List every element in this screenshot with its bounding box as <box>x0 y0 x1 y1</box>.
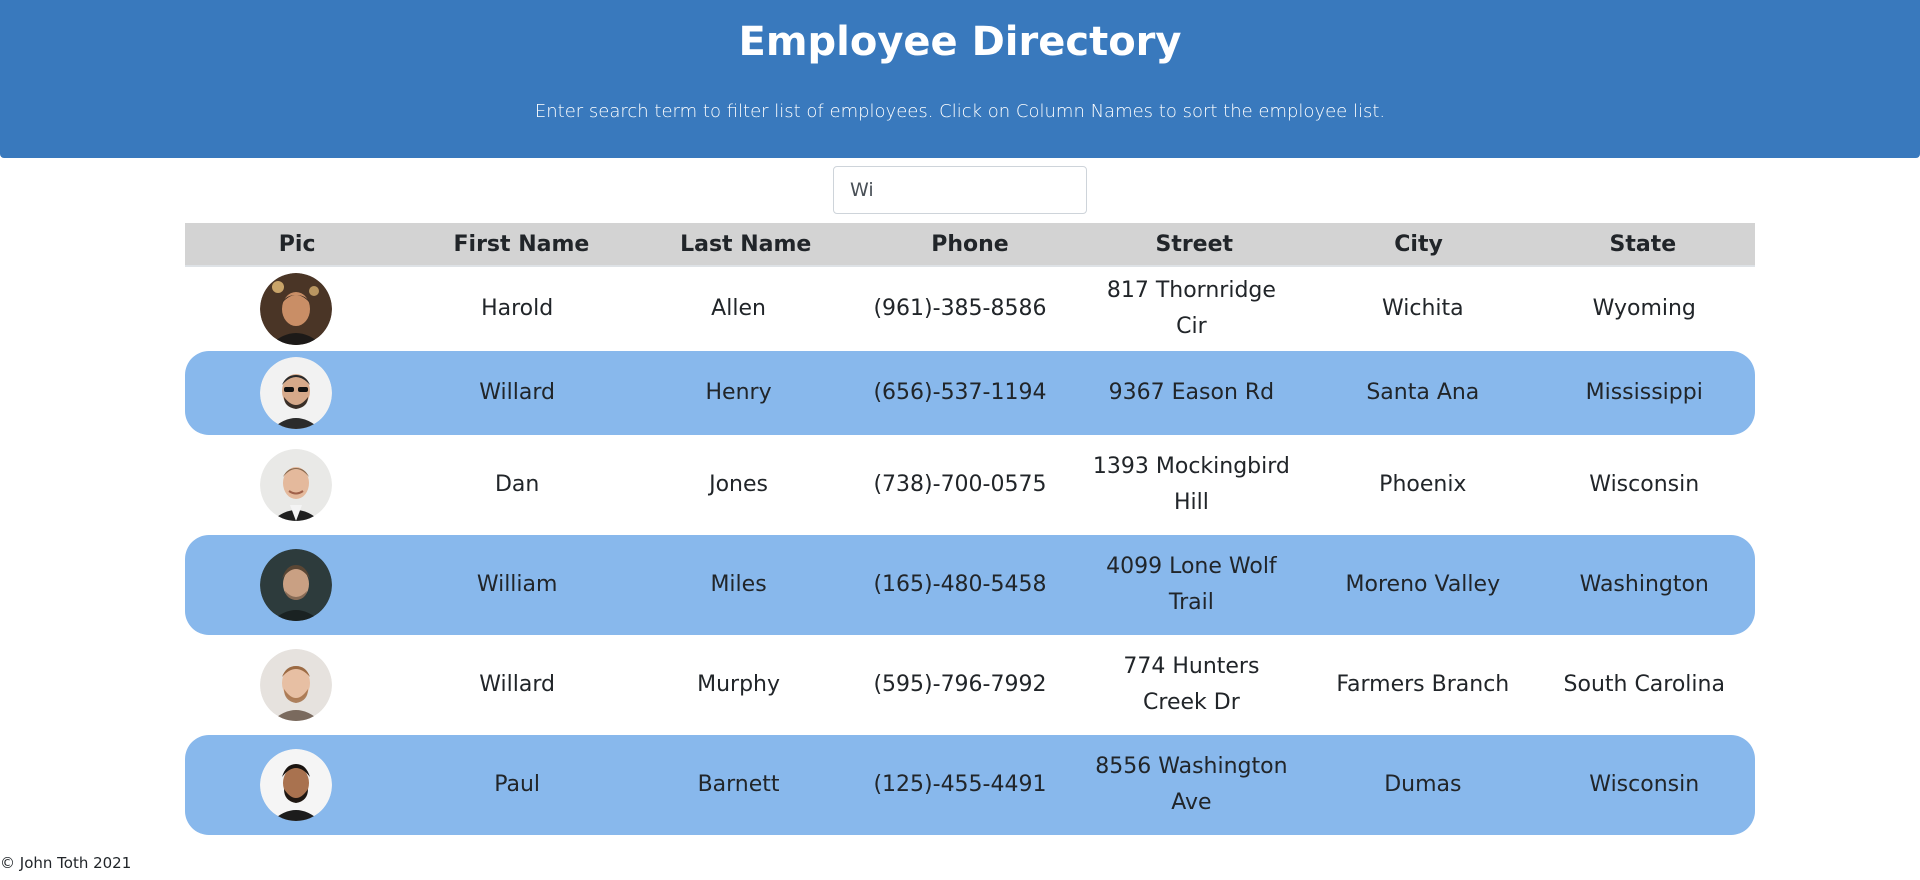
first-name-cell: Harold <box>481 296 554 321</box>
column-header-pic[interactable]: Pic <box>185 223 409 265</box>
phone-cell: (656)-537-1194 <box>873 380 1047 405</box>
first-name-cell: Willard <box>479 672 555 697</box>
city-cell: Farmers Branch <box>1336 672 1510 697</box>
table-header: Pic First Name Last Name Phone Street Ci… <box>185 223 1755 267</box>
employee-photo <box>259 273 332 345</box>
employee-photo <box>259 357 332 429</box>
last-name-cell: Murphy <box>697 672 780 697</box>
street-cell: 1393 Mockingbird Hill <box>1092 454 1290 515</box>
table-row: Harold Allen (961)-385-8586 817 Thornrid… <box>185 267 1755 351</box>
first-name-cell: William <box>476 572 558 597</box>
employee-photo <box>259 449 332 521</box>
street-cell: 9367 Eason Rd <box>1108 380 1275 405</box>
column-header-last-name[interactable]: Last Name <box>634 223 858 265</box>
pic-cell <box>185 549 406 621</box>
street-cell: 4099 Lone Wolf Trail <box>1106 554 1277 615</box>
page-header: Employee Directory Enter search term to … <box>0 0 1920 158</box>
pic-cell <box>185 449 406 521</box>
phone-cell: (125)-455-4491 <box>873 772 1047 797</box>
phone-cell: (595)-796-7992 <box>873 672 1047 697</box>
column-header-city[interactable]: City <box>1306 223 1530 265</box>
pic-cell <box>185 649 406 721</box>
state-cell: South Carolina <box>1563 672 1725 697</box>
street-cell: 8556 Washington Ave <box>1095 754 1288 815</box>
last-name-cell: Allen <box>711 296 766 321</box>
last-name-cell: Henry <box>705 380 772 405</box>
state-cell: Wisconsin <box>1589 772 1700 797</box>
search-input[interactable] <box>833 166 1087 214</box>
street-cell: 774 Hunters Creek Dr <box>1123 654 1260 715</box>
employee-photo <box>259 649 332 721</box>
table-row: Willard Murphy (595)-796-7992 774 Hunter… <box>185 635 1755 735</box>
first-name-cell: Dan <box>494 472 540 497</box>
city-cell: Santa Ana <box>1366 380 1480 405</box>
pic-cell <box>185 273 406 345</box>
table-row: Willard Henry (656)-537-1194 9367 Eason … <box>185 351 1755 435</box>
state-cell: Mississippi <box>1585 380 1703 405</box>
last-name-cell: Miles <box>710 572 767 597</box>
employee-table: Pic First Name Last Name Phone Street Ci… <box>185 223 1755 835</box>
column-header-first-name[interactable]: First Name <box>409 223 633 265</box>
column-header-phone[interactable]: Phone <box>858 223 1082 265</box>
footer-copyright: © John Toth 2021 <box>0 854 132 872</box>
last-name-cell: Barnett <box>697 772 780 797</box>
pic-cell <box>185 749 406 821</box>
state-cell: Washington <box>1579 572 1709 597</box>
column-header-state[interactable]: State <box>1531 223 1755 265</box>
city-cell: Dumas <box>1384 772 1462 797</box>
first-name-cell: Paul <box>494 772 541 797</box>
first-name-cell: Willard <box>479 380 555 405</box>
pic-cell <box>185 357 406 429</box>
table-row: Dan Jones (738)-700-0575 1393 Mockingbir… <box>185 435 1755 535</box>
city-cell: Wichita <box>1382 296 1464 321</box>
phone-cell: (738)-700-0575 <box>873 472 1047 497</box>
employee-photo <box>259 549 332 621</box>
column-header-street[interactable]: Street <box>1082 223 1306 265</box>
table-row: Paul Barnett (125)-455-4491 8556 Washing… <box>185 735 1755 835</box>
street-cell: 817 Thornridge Cir <box>1106 278 1276 339</box>
table-row: William Miles (165)-480-5458 4099 Lone W… <box>185 535 1755 635</box>
table-body: Harold Allen (961)-385-8586 817 Thornrid… <box>185 267 1755 835</box>
employee-photo <box>259 749 332 821</box>
page-title: Employee Directory <box>738 19 1182 65</box>
city-cell: Moreno Valley <box>1345 572 1501 597</box>
city-cell: Phoenix <box>1379 472 1467 497</box>
state-cell: Wisconsin <box>1589 472 1700 497</box>
phone-cell: (961)-385-8586 <box>873 296 1047 321</box>
page-subtitle: Enter search term to filter list of empl… <box>534 101 1386 122</box>
phone-cell: (165)-480-5458 <box>873 572 1047 597</box>
last-name-cell: Jones <box>709 472 768 497</box>
state-cell: Wyoming <box>1592 296 1696 321</box>
